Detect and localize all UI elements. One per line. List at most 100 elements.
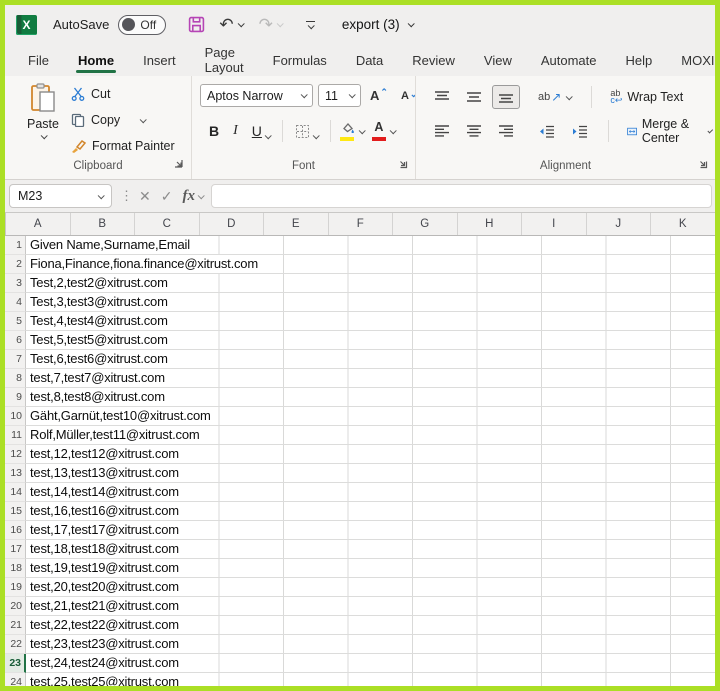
- row-header[interactable]: 13: [5, 464, 26, 483]
- row-header[interactable]: 19: [5, 578, 26, 597]
- clipboard-dialog-launcher-icon[interactable]: [173, 158, 185, 170]
- copy-dropdown-icon[interactable]: [140, 116, 147, 123]
- fill-color-button[interactable]: [336, 121, 359, 142]
- font-color-dropdown-icon[interactable]: [390, 127, 397, 134]
- enter-button[interactable]: ✓: [161, 188, 173, 205]
- grid-row-cells[interactable]: test,25,test25@xitrust.com: [26, 673, 715, 686]
- row-header[interactable]: 9: [5, 388, 26, 407]
- wrap-text-button[interactable]: abc↩ Wrap Text: [606, 90, 687, 104]
- underline-button[interactable]: U: [245, 121, 277, 141]
- increase-indent-button[interactable]: [565, 120, 594, 143]
- row-header[interactable]: 6: [5, 331, 26, 350]
- row-header[interactable]: 24: [5, 673, 26, 686]
- font-name-select[interactable]: Aptos Narrow: [200, 84, 313, 107]
- bottom-align-button[interactable]: [492, 85, 520, 109]
- row-header[interactable]: 23: [5, 654, 26, 673]
- save-button[interactable]: [188, 16, 205, 33]
- grid-row-cells[interactable]: test,23,test23@xitrust.com: [26, 635, 715, 654]
- copy-button[interactable]: Copy: [71, 109, 175, 131]
- middle-align-button[interactable]: [460, 85, 488, 109]
- row-header[interactable]: 4: [5, 293, 26, 312]
- column-header[interactable]: J: [587, 213, 652, 235]
- cut-button[interactable]: Cut: [71, 83, 175, 105]
- row-header[interactable]: 15: [5, 502, 26, 521]
- merge-center-dropdown-icon[interactable]: [707, 127, 713, 133]
- ribbon-tab-automate[interactable]: Automate: [540, 47, 598, 74]
- grid-row-cells[interactable]: test,22,test22@xitrust.com: [26, 616, 715, 635]
- grid-row-cells[interactable]: test,16,test16@xitrust.com: [26, 502, 715, 521]
- name-box[interactable]: M23: [9, 184, 112, 208]
- grid-row-cells[interactable]: Rolf,Müller,test11@xitrust.com: [26, 426, 715, 445]
- grid-row-cells[interactable]: Test,2,test2@xitrust.com: [26, 274, 715, 293]
- name-box-dropdown-icon[interactable]: [98, 192, 105, 199]
- paste-button[interactable]: Paste: [21, 83, 65, 139]
- format-painter-button[interactable]: Format Painter: [71, 135, 175, 157]
- workbook-title[interactable]: export (3): [342, 17, 413, 32]
- borders-dropdown-icon[interactable]: [313, 132, 320, 139]
- row-header[interactable]: 5: [5, 312, 26, 331]
- fill-color-dropdown-icon[interactable]: [359, 127, 366, 134]
- grid-row-cells[interactable]: Given Name,Surname,Email: [26, 236, 715, 255]
- column-header[interactable]: B: [71, 213, 136, 235]
- alignment-dialog-launcher-icon[interactable]: [697, 158, 709, 170]
- grid-row-cells[interactable]: Test,5,test5@xitrust.com: [26, 331, 715, 350]
- column-header[interactable]: D: [200, 213, 265, 235]
- font-color-button[interactable]: A: [368, 120, 390, 142]
- column-header[interactable]: K: [651, 213, 715, 235]
- row-header[interactable]: 20: [5, 597, 26, 616]
- formula-input[interactable]: [211, 184, 712, 208]
- excel-app-icon[interactable]: X: [16, 15, 37, 35]
- row-header[interactable]: 3: [5, 274, 26, 293]
- grid-row-cells[interactable]: test,17,test17@xitrust.com: [26, 521, 715, 540]
- column-header[interactable]: G: [393, 213, 458, 235]
- autosave-toggle[interactable]: Off: [118, 15, 166, 35]
- grid-row-cells[interactable]: test,24,test24@xitrust.com: [26, 654, 715, 673]
- ribbon-tab-moxis[interactable]: MOXIS: [680, 47, 715, 74]
- fx-dropdown-icon[interactable]: [198, 192, 205, 199]
- column-header[interactable]: F: [329, 213, 394, 235]
- italic-button[interactable]: I: [226, 121, 245, 141]
- grid-row-cells[interactable]: test,21,test21@xitrust.com: [26, 597, 715, 616]
- align-center-button[interactable]: [460, 119, 488, 143]
- customize-quick-access-button[interactable]: [306, 21, 315, 29]
- column-header[interactable]: I: [522, 213, 587, 235]
- row-header[interactable]: 16: [5, 521, 26, 540]
- grid-row-cells[interactable]: test,13,test13@xitrust.com: [26, 464, 715, 483]
- undo-dropdown-icon[interactable]: [237, 20, 244, 27]
- grid-row-cells[interactable]: test,14,test14@xitrust.com: [26, 483, 715, 502]
- borders-button[interactable]: [288, 122, 325, 141]
- grid-row-cells[interactable]: test,7,test7@xitrust.com: [26, 369, 715, 388]
- merge-center-button[interactable]: Merge & Center: [623, 117, 715, 145]
- grid-row-cells[interactable]: test,20,test20@xitrust.com: [26, 578, 715, 597]
- ribbon-tab-help[interactable]: Help: [625, 47, 654, 74]
- cancel-button[interactable]: ✕: [139, 188, 151, 205]
- row-header[interactable]: 1: [5, 236, 26, 255]
- underline-dropdown-icon[interactable]: [265, 132, 272, 139]
- align-left-button[interactable]: [428, 119, 456, 143]
- grid-row-cells[interactable]: test,18,test18@xitrust.com: [26, 540, 715, 559]
- ribbon-tab-page-layout[interactable]: Page Layout: [204, 39, 245, 81]
- bold-button[interactable]: B: [202, 121, 226, 141]
- orientation-dropdown-icon[interactable]: [566, 93, 573, 100]
- grid-row-cells[interactable]: Test,4,test4@xitrust.com: [26, 312, 715, 331]
- row-header[interactable]: 11: [5, 426, 26, 445]
- grid-row-cells[interactable]: test,8,test8@xitrust.com: [26, 388, 715, 407]
- column-header[interactable]: A: [6, 213, 71, 235]
- ribbon-tab-formulas[interactable]: Formulas: [272, 47, 328, 74]
- grid-row-cells[interactable]: Test,6,test6@xitrust.com: [26, 350, 715, 369]
- row-header[interactable]: 22: [5, 635, 26, 654]
- ribbon-tab-view[interactable]: View: [483, 47, 513, 74]
- grid-row-cells[interactable]: Test,3,test3@xitrust.com: [26, 293, 715, 312]
- row-header[interactable]: 2: [5, 255, 26, 274]
- row-header[interactable]: 21: [5, 616, 26, 635]
- grid-row-cells[interactable]: test,19,test19@xitrust.com: [26, 559, 715, 578]
- increase-font-size-button[interactable]: A⌃: [366, 86, 392, 105]
- row-header[interactable]: 14: [5, 483, 26, 502]
- decrease-indent-button[interactable]: [532, 120, 561, 143]
- insert-function-button[interactable]: fx: [182, 188, 203, 205]
- ribbon-tab-review[interactable]: Review: [411, 47, 456, 74]
- row-header[interactable]: 8: [5, 369, 26, 388]
- column-header[interactable]: H: [458, 213, 523, 235]
- row-header[interactable]: 7: [5, 350, 26, 369]
- row-header[interactable]: 17: [5, 540, 26, 559]
